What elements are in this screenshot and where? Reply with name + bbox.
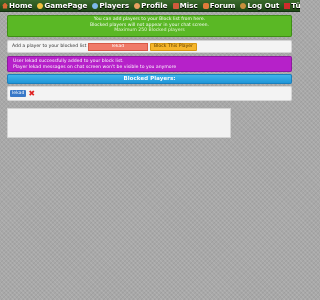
blocked-players-list: lekad ✖ bbox=[7, 86, 292, 101]
nav-language-label: Türkç bbox=[291, 1, 300, 10]
success-message: User lekad successfully added to your bl… bbox=[7, 56, 292, 72]
nav-home[interactable]: Home bbox=[0, 0, 34, 11]
empty-content-panel bbox=[7, 108, 231, 138]
info-line-3: Maximum 250 Blocked players bbox=[114, 28, 185, 34]
add-player-form: Add a player to your blocked list Block … bbox=[7, 40, 292, 53]
nav-misc[interactable]: Misc bbox=[171, 0, 200, 11]
success-line-2: Player lekad messages on chat screen won… bbox=[13, 64, 177, 70]
players-icon bbox=[92, 2, 99, 9]
nav-profile-label: Profile bbox=[141, 1, 168, 10]
nav-language[interactable]: Türkç bbox=[282, 0, 300, 11]
home-icon bbox=[2, 2, 8, 9]
forum-icon bbox=[202, 2, 209, 9]
nav-misc-label: Misc bbox=[179, 1, 198, 10]
nav-players[interactable]: Players bbox=[90, 0, 131, 11]
top-navigation-bar: Home GamePage Players Profile Misc Forum… bbox=[0, 0, 300, 12]
nav-logout-label: Log Out bbox=[247, 1, 280, 10]
nav-logout[interactable]: Log Out bbox=[238, 0, 281, 11]
player-name-input[interactable] bbox=[88, 42, 148, 51]
add-player-label: Add a player to your blocked list bbox=[12, 44, 87, 49]
nav-home-label: Home bbox=[9, 1, 33, 10]
blocked-player-link[interactable]: lekad bbox=[10, 90, 27, 97]
game-icon bbox=[37, 2, 44, 9]
blocked-players-header: Blocked Players: bbox=[7, 74, 292, 84]
remove-x-icon[interactable]: ✖ bbox=[28, 89, 35, 98]
block-player-button[interactable]: Block This Player bbox=[150, 42, 198, 51]
nav-gamepage[interactable]: GamePage bbox=[35, 0, 89, 11]
flag-icon bbox=[284, 2, 291, 9]
profile-icon bbox=[134, 2, 141, 9]
info-box: You can add players to your Block list f… bbox=[7, 15, 292, 37]
misc-icon bbox=[172, 2, 179, 9]
logout-icon bbox=[240, 2, 247, 9]
nav-gamepage-label: GamePage bbox=[44, 1, 88, 10]
nav-profile[interactable]: Profile bbox=[132, 0, 169, 11]
nav-players-label: Players bbox=[99, 1, 130, 10]
nav-forum[interactable]: Forum bbox=[201, 0, 238, 11]
nav-forum-label: Forum bbox=[209, 1, 236, 10]
